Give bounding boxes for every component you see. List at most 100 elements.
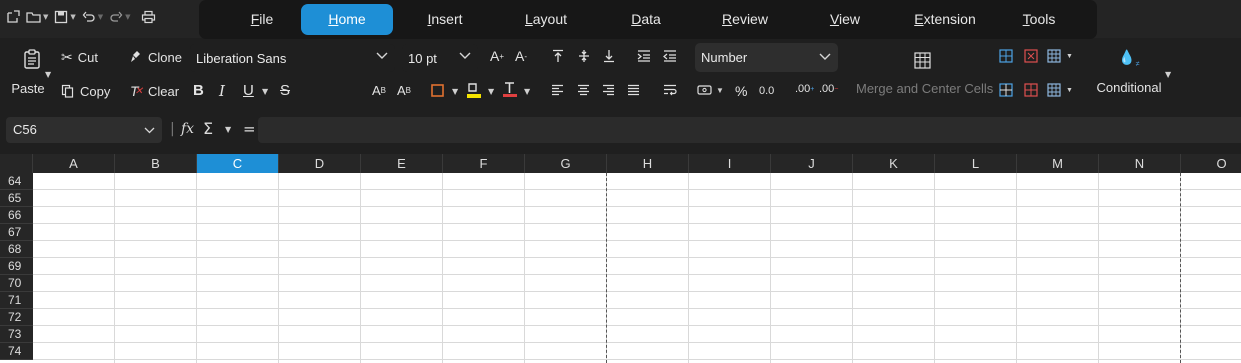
column-header-h[interactable]: H <box>607 154 689 173</box>
undo-button[interactable]: ▼ <box>80 6 105 28</box>
formula-button[interactable]: = <box>243 120 256 138</box>
formula-input[interactable] <box>258 117 1241 143</box>
strikethrough-button[interactable]: S <box>280 82 290 99</box>
menu-tab-data[interactable]: Data <box>603 4 689 35</box>
cut-button[interactable]: ✂ Cut <box>61 47 98 67</box>
row-header-65[interactable]: 65 <box>0 190 33 207</box>
delete-decimal-button[interactable]: .00− <box>819 83 838 95</box>
open-button[interactable]: ▼ <box>24 6 50 28</box>
font-color-button[interactable] <box>501 81 519 99</box>
subscript-button[interactable]: AB <box>372 83 386 98</box>
currency-format-button[interactable]: ▼ <box>697 84 724 96</box>
borders-menu-chevron[interactable]: ▼ <box>452 87 458 96</box>
conditional-format-button[interactable]: 💧≠ Conditional <box>1094 49 1164 101</box>
cell-style-button-4[interactable] <box>999 83 1013 97</box>
background-color-menu-chevron[interactable]: ▼ <box>488 87 494 96</box>
increase-indent-button[interactable] <box>637 49 651 63</box>
number-format-select[interactable]: Number <box>695 43 838 72</box>
new-document-button[interactable] <box>4 6 22 28</box>
merge-cells-icon-button[interactable] <box>914 52 931 69</box>
redo-button[interactable]: ▼ <box>107 6 132 28</box>
sum-button[interactable]: Σ <box>203 119 213 138</box>
column-header-g[interactable]: G <box>525 154 607 173</box>
column-header-n[interactable]: N <box>1099 154 1181 173</box>
column-header-f[interactable]: F <box>443 154 525 173</box>
font-size-select[interactable]: 10 pt <box>402 44 478 72</box>
add-decimal-button[interactable]: .00 + <box>795 83 814 95</box>
sum-menu-chevron[interactable]: ▼ <box>225 125 231 134</box>
column-header-l[interactable]: L <box>935 154 1017 173</box>
cell-style-button-1[interactable] <box>999 49 1013 63</box>
row-header-64[interactable]: 64 <box>0 173 33 190</box>
menu-tab-review[interactable]: Review <box>697 4 793 35</box>
cell-style-button-2[interactable] <box>1024 49 1038 63</box>
background-color-button[interactable] <box>465 81 483 99</box>
copy-button[interactable]: Copy <box>61 81 110 101</box>
row-header-68[interactable]: 68 <box>0 241 33 258</box>
menu-tab-extension[interactable]: Extension <box>897 4 993 35</box>
align-left-button[interactable] <box>551 84 564 96</box>
print-button[interactable] <box>139 6 158 28</box>
row-header-71[interactable]: 71 <box>0 292 33 309</box>
column-header-i[interactable]: I <box>689 154 771 173</box>
row-gridline <box>33 257 1241 258</box>
function-wizard-button[interactable]: fx <box>181 121 194 137</box>
justify-button[interactable] <box>627 84 640 96</box>
column-gridline <box>934 173 935 363</box>
font-color-menu-chevron[interactable]: ▼ <box>524 87 530 96</box>
menu-tab-tools[interactable]: Tools <box>999 4 1079 35</box>
name-box[interactable]: C56 <box>6 117 162 143</box>
clear-button[interactable]: T ✕ Clear <box>130 81 179 101</box>
column-header-o[interactable]: O <box>1181 154 1241 173</box>
menu-tab-view[interactable]: View <box>805 4 885 35</box>
cell-style-button-3[interactable]: ▼ <box>1047 49 1073 63</box>
menu-tab-home[interactable]: Home <box>301 4 393 35</box>
align-center-button[interactable] <box>577 84 590 96</box>
row-header-74[interactable]: 74 <box>0 343 33 360</box>
grow-font-button[interactable]: A + <box>490 48 504 64</box>
percent-format-button[interactable]: % <box>735 83 747 99</box>
row-header-69[interactable]: 69 <box>0 258 33 275</box>
shrink-font-button[interactable]: A- <box>515 48 527 64</box>
bold-button[interactable]: B <box>193 82 204 99</box>
borders-button[interactable] <box>431 84 444 97</box>
menu-tab-layout[interactable]: Layout <box>505 4 587 35</box>
column-header-c[interactable]: C <box>197 154 279 173</box>
conditional-menu-chevron[interactable]: ▼ <box>1165 70 1171 79</box>
menu-tab-insert[interactable]: Insert <box>405 4 485 35</box>
column-header-m[interactable]: M <box>1017 154 1099 173</box>
wrap-text-button[interactable] <box>663 84 677 96</box>
column-header-j[interactable]: J <box>771 154 853 173</box>
align-top-button[interactable] <box>551 49 565 63</box>
clone-button[interactable]: Clone <box>130 47 182 67</box>
save-button[interactable]: ▼ <box>52 6 77 28</box>
column-header-k[interactable]: K <box>853 154 935 173</box>
column-header-d[interactable]: D <box>279 154 361 173</box>
select-all-corner[interactable] <box>0 154 33 173</box>
decimal-format-button[interactable]: 0.0 <box>759 85 774 97</box>
paste-menu-chevron[interactable]: ▼ <box>45 70 51 79</box>
cell-style-button-6[interactable]: ▼ <box>1047 83 1073 97</box>
align-middle-button[interactable] <box>577 49 591 63</box>
row-header-67[interactable]: 67 <box>0 224 33 241</box>
merge-and-center-button[interactable]: Merge and Center Cells <box>856 81 993 96</box>
italic-button[interactable]: I <box>219 82 225 100</box>
menu-tab-file[interactable]: File <box>217 4 307 35</box>
row-header-70[interactable]: 70 <box>0 275 33 292</box>
row-header-72[interactable]: 72 <box>0 309 33 326</box>
row-header-66[interactable]: 66 <box>0 207 33 224</box>
spreadsheet-grid[interactable]: A B C D E F G H I J K L M N O 64 65 66 67 68 69 70 71 72 73 74 <box>0 154 1241 363</box>
column-header-a[interactable]: A <box>33 154 115 173</box>
underline-button[interactable]: U <box>243 82 254 99</box>
font-name-select[interactable]: Liberation Sans <box>190 44 395 72</box>
cell-style-button-5[interactable] <box>1024 83 1038 97</box>
column-header-b[interactable]: B <box>115 154 197 173</box>
row-gridline <box>33 240 1241 241</box>
align-right-button[interactable] <box>602 84 615 96</box>
align-bottom-button[interactable] <box>602 49 616 63</box>
superscript-button[interactable]: AB <box>397 83 411 98</box>
underline-menu-chevron[interactable]: ▼ <box>262 87 268 96</box>
decrease-indent-button[interactable] <box>663 49 677 63</box>
row-header-73[interactable]: 73 <box>0 326 33 343</box>
column-header-e[interactable]: E <box>361 154 443 173</box>
